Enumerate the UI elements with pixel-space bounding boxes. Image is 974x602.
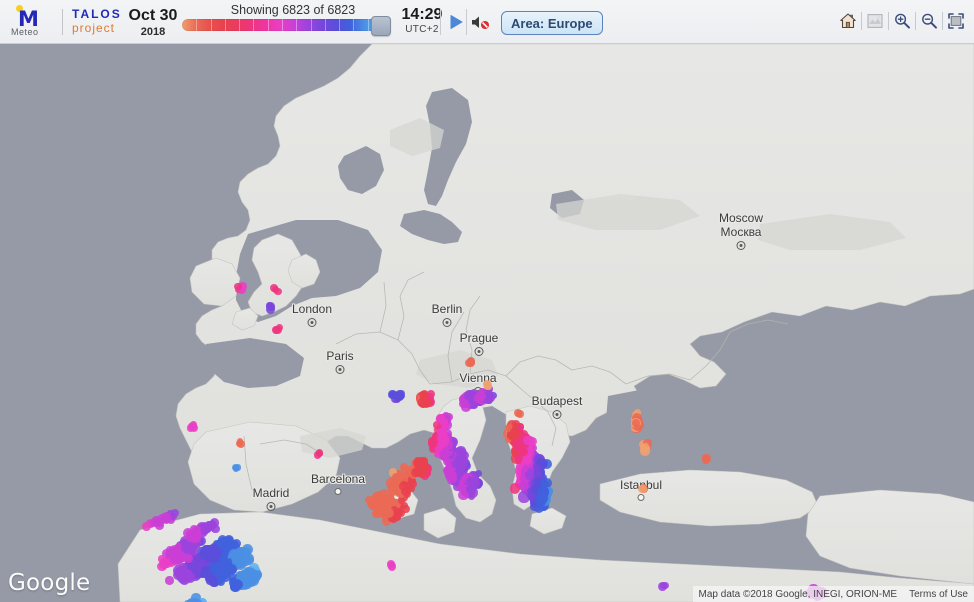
lightning-strike-dot bbox=[385, 495, 395, 505]
terms-of-use-link[interactable]: Terms of Use bbox=[909, 589, 968, 600]
zoom-out-icon[interactable] bbox=[917, 9, 941, 33]
lightning-strike-dot bbox=[467, 356, 476, 365]
date-year: 2018 bbox=[140, 26, 166, 38]
lightning-strike-dot bbox=[632, 419, 641, 427]
meteo-logo-mark: M Meteo bbox=[8, 3, 60, 41]
tool-divider-2 bbox=[888, 12, 889, 30]
lightning-strike-dot bbox=[234, 580, 243, 589]
lightning-strike-dot bbox=[170, 554, 179, 562]
area-selector-button[interactable]: Area: Europe bbox=[501, 11, 603, 35]
header-divider-2 bbox=[466, 9, 467, 35]
lightning-strike-dot bbox=[184, 568, 193, 577]
talos-lightning-map-app: M Meteo TALOS project Oct 30 2018 Showin… bbox=[0, 0, 974, 602]
header-divider-1 bbox=[440, 9, 441, 35]
logo-meteo-label: Meteo bbox=[11, 27, 39, 37]
play-icon[interactable] bbox=[447, 13, 465, 31]
lightning-strike-dot bbox=[453, 456, 464, 467]
lightning-strike-dot bbox=[510, 429, 519, 438]
google-logo: Google bbox=[8, 570, 91, 596]
project-title-line2: project bbox=[72, 21, 116, 35]
project-title-line1: TALOS bbox=[72, 7, 122, 22]
lightning-strike-dot bbox=[463, 390, 475, 401]
lightning-strike-dot bbox=[388, 562, 397, 571]
lightning-strike-dot bbox=[192, 527, 201, 536]
current-date: Oct 30 2018 bbox=[122, 7, 184, 38]
speaker-muted-icon[interactable] bbox=[470, 14, 490, 31]
attribution-text: Map data ©2018 Google, INEGI, ORION-ME bbox=[698, 588, 898, 600]
lightning-strike-dot bbox=[401, 505, 410, 514]
lightning-strike-dot bbox=[515, 410, 523, 417]
map-layer-icon[interactable] bbox=[863, 9, 887, 33]
lightning-strike-dot bbox=[388, 390, 397, 399]
lightning-strike-dot bbox=[230, 552, 241, 564]
lightning-strike-dot bbox=[412, 468, 420, 476]
lightning-strike-dot bbox=[523, 435, 533, 445]
map-attribution: Map data ©2018 Google, INEGI, ORION-ME T… bbox=[692, 586, 974, 602]
project-title: TALOS project bbox=[72, 7, 122, 36]
lightning-strike-dot bbox=[163, 515, 171, 523]
showing-count-label: Showing 6823 of 6823 bbox=[230, 3, 356, 17]
lightning-strike-dot bbox=[315, 448, 324, 457]
time-slider-ticks bbox=[182, 19, 382, 31]
logo-divider bbox=[62, 9, 63, 35]
lightning-strike-dot bbox=[641, 442, 649, 450]
lightning-strike-dot bbox=[243, 577, 253, 587]
lightning-strike-dot bbox=[447, 465, 455, 473]
lightning-strike-dot bbox=[219, 537, 229, 547]
map-canvas[interactable]: London Paris Berlin Prague Vienna Budapest Mad… bbox=[0, 44, 974, 602]
lightning-strike-dot bbox=[522, 455, 530, 463]
home-icon[interactable] bbox=[836, 9, 860, 33]
app-header: M Meteo TALOS project Oct 30 2018 Showin… bbox=[0, 0, 974, 44]
lightning-strike-dot bbox=[200, 526, 209, 535]
lightning-strike-dot bbox=[266, 302, 275, 312]
lightning-strike-dot bbox=[142, 521, 152, 531]
fit-extent-icon[interactable] bbox=[944, 9, 968, 33]
lightning-strike-dot bbox=[189, 547, 199, 556]
lightning-strike-dot bbox=[231, 463, 239, 472]
lightning-strike-dot bbox=[207, 549, 218, 560]
lightning-strike-dot bbox=[638, 484, 647, 494]
lightning-strike-dot bbox=[413, 458, 422, 467]
brand-logo[interactable]: M Meteo TALOS project bbox=[8, 3, 122, 41]
tool-divider-3 bbox=[915, 12, 916, 30]
lightning-strike-dot bbox=[165, 576, 174, 585]
lightning-strike-dot bbox=[273, 325, 282, 335]
lightning-strike-dot bbox=[701, 454, 711, 464]
map-tool-bar bbox=[836, 9, 968, 33]
tool-divider-4 bbox=[942, 12, 943, 30]
tool-divider-1 bbox=[861, 12, 862, 30]
lightning-strike-dot bbox=[199, 551, 208, 561]
time-slider-handle[interactable] bbox=[371, 16, 391, 36]
map-basemap bbox=[0, 44, 974, 602]
date-month-day: Oct 30 bbox=[128, 7, 178, 24]
lightning-strike-dot bbox=[404, 483, 412, 491]
lightning-strike-dot bbox=[420, 394, 428, 403]
zoom-in-icon[interactable] bbox=[890, 9, 914, 33]
lightning-strike-dot bbox=[441, 432, 448, 439]
lightning-strike-dot bbox=[234, 282, 242, 291]
